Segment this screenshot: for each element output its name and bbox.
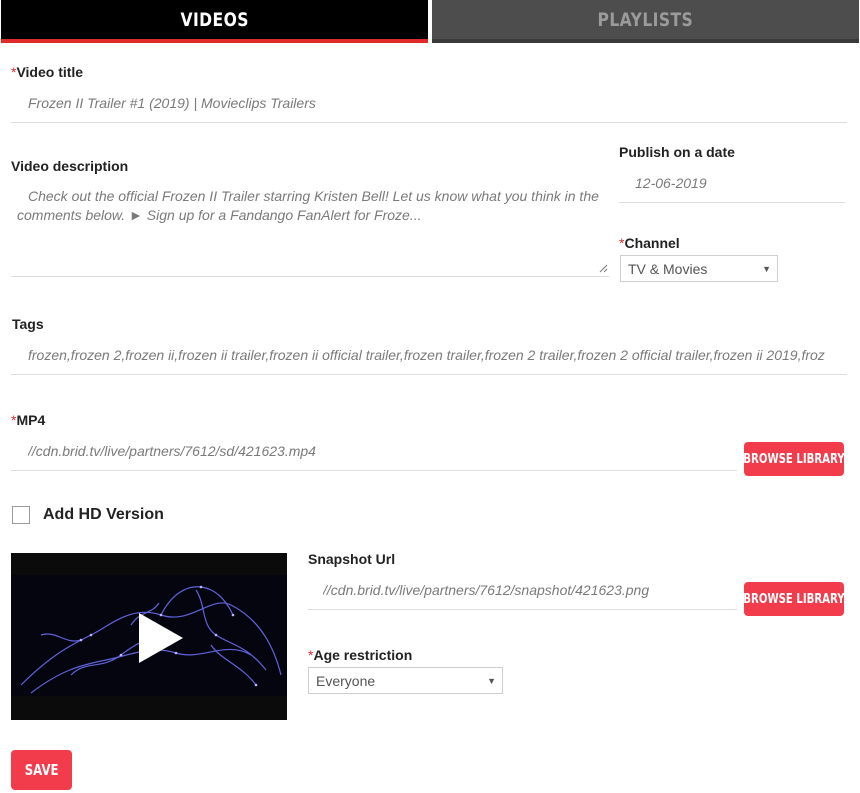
mp4-underline xyxy=(11,470,737,471)
add-hd-label: Add HD Version xyxy=(43,506,164,523)
video-description-label: Video description xyxy=(11,158,129,174)
snapshot-browse-library-button[interactable]: BROWSE LIBRARY xyxy=(743,582,845,616)
video-title-underline xyxy=(11,122,847,123)
channel-selected: TV & Movies xyxy=(628,260,708,277)
save-button[interactable]: SAVE xyxy=(11,750,72,790)
age-restriction-select[interactable]: Everyone ▼ xyxy=(308,667,503,694)
tab-playlists[interactable]: PLAYLISTS xyxy=(432,0,859,43)
video-description-underline xyxy=(11,276,609,277)
tab-videos-label: VIDEOS xyxy=(180,8,249,31)
channel-label-text: Channel xyxy=(624,235,680,251)
tab-videos[interactable]: VIDEOS xyxy=(1,0,428,43)
video-title-label: *Video title xyxy=(11,64,83,80)
age-restriction-selected: Everyone xyxy=(316,672,376,689)
publish-date-underline xyxy=(619,202,845,203)
channel-label: *Channel xyxy=(619,235,680,251)
tags-input[interactable]: frozen,frozen 2,frozen ii,frozen ii trai… xyxy=(28,347,826,363)
chevron-down-icon: ▼ xyxy=(762,263,771,274)
mp4-browse-library-button[interactable]: BROWSE LIBRARY xyxy=(743,442,845,476)
video-title-label-text: Video title xyxy=(16,64,84,80)
publish-date-input[interactable]: 12-06-2019 xyxy=(635,175,835,191)
video-description-line2: comments below. ► Sign up for a Fandango… xyxy=(17,207,422,223)
video-thumbnail[interactable] xyxy=(11,553,287,720)
video-title-input[interactable]: Frozen II Trailer #1 (2019) | Movieclips… xyxy=(28,95,828,111)
resize-grip-icon[interactable] xyxy=(599,264,608,273)
mp4-label: *MP4 xyxy=(11,412,45,428)
age-restriction-label-text: Age restriction xyxy=(313,647,413,663)
tab-playlists-label: PLAYLISTS xyxy=(597,8,694,31)
add-hd-checkbox[interactable] xyxy=(12,506,30,524)
snapshot-url-underline xyxy=(308,609,737,610)
tags-label: Tags xyxy=(12,316,44,332)
mp4-browse-label: BROWSE LIBRARY xyxy=(743,451,845,467)
snapshot-browse-label: BROWSE LIBRARY xyxy=(743,591,845,607)
play-icon[interactable] xyxy=(137,611,185,665)
tags-underline xyxy=(11,374,847,375)
thumbnail-letterbox-top xyxy=(11,553,287,575)
age-restriction-label: *Age restriction xyxy=(308,647,412,663)
thumbnail-letterbox-bottom xyxy=(11,696,287,720)
chevron-down-icon: ▼ xyxy=(487,675,496,686)
snapshot-url-input[interactable]: //cdn.brid.tv/live/partners/7612/snapsho… xyxy=(323,582,733,598)
mp4-url-input[interactable]: //cdn.brid.tv/live/partners/7612/sd/4216… xyxy=(28,443,728,459)
channel-select[interactable]: TV & Movies ▼ xyxy=(620,255,778,282)
snapshot-url-label: Snapshot Url xyxy=(308,551,396,567)
save-label: SAVE xyxy=(24,761,59,779)
mp4-label-text: MP4 xyxy=(16,412,46,428)
publish-date-label: Publish on a date xyxy=(619,144,735,160)
video-description-line1: Check out the official Frozen II Trailer… xyxy=(28,188,599,204)
